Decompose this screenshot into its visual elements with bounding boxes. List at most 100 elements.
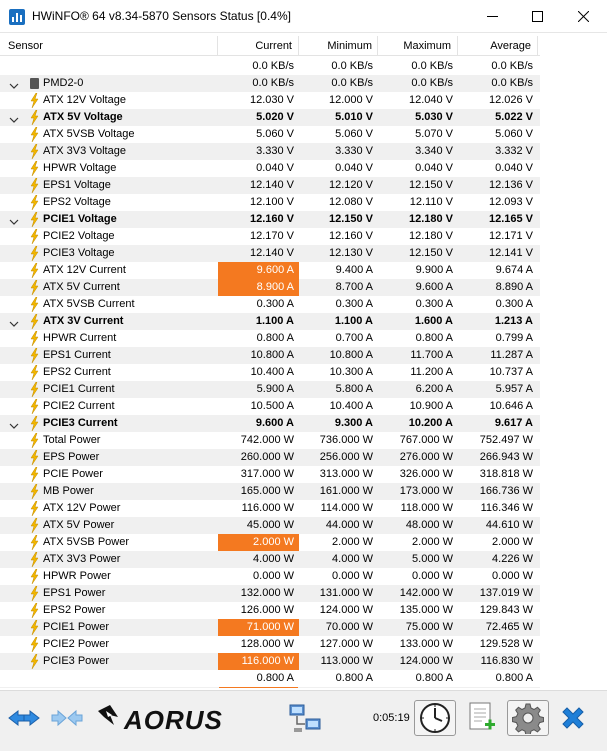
- sensor-row[interactable]: PCIE3 Current 9.600 A 9.300 A 10.200 A 9.617…: [0, 415, 540, 432]
- sensor-row[interactable]: EPS Power 260.000 W 256.000 W 276.000 W 266.…: [0, 449, 540, 466]
- aorus-logo-icon: AORUS: [98, 705, 222, 735]
- sensor-label: PCIE2 Power: [43, 638, 110, 650]
- close-window-button[interactable]: [560, 0, 606, 33]
- sensor-row[interactable]: ATX 3V3 Voltage 3.330 V 3.330 V 3.340 V 3.33…: [0, 143, 540, 160]
- sensor-row[interactable]: PCIE3 Voltage 12.140 V 12.130 V 12.150 V 12.…: [0, 245, 540, 262]
- value-maximum: 12.150 V: [408, 179, 453, 191]
- value-maximum: 118.000 W: [400, 502, 453, 514]
- value-current: 116.000 W: [241, 502, 294, 514]
- sensor-row[interactable]: EPS1 Current 10.800 A 10.800 A 11.700 A 11.2…: [0, 347, 540, 364]
- sensor-label: EPS1 Current: [43, 349, 111, 361]
- sensor-row[interactable]: EPS2 Power 126.000 W 124.000 W 135.000 W 129…: [0, 602, 540, 619]
- sensor-label: ATX 5VSB Power: [43, 536, 129, 548]
- column-sensor[interactable]: Sensor: [0, 36, 218, 56]
- lightning-bolt-icon: [30, 126, 39, 143]
- value-current: 126.000 W: [240, 604, 294, 616]
- network-button[interactable]: [285, 700, 325, 736]
- column-minimum[interactable]: Minimum: [299, 36, 378, 56]
- value-maximum: 9.900 A: [415, 264, 453, 276]
- sensor-row[interactable]: ATX 5VSB Current 0.300 A 0.300 A 0.300 A 0.3…: [0, 296, 540, 313]
- value-maximum: 0.800 A: [415, 332, 453, 344]
- sensor-row[interactable]: PCIE1 Current 5.900 A 5.800 A 6.200 A 5.957 …: [0, 381, 540, 398]
- sensor-row[interactable]: HPWR Voltage 0.040 V 0.040 V 0.040 V 0.040 V: [0, 160, 540, 177]
- lightning-bolt-icon: [30, 228, 39, 245]
- maximize-icon: [531, 11, 543, 22]
- lightning-bolt-icon: [30, 347, 39, 364]
- sensor-row[interactable]: PCIE2 Power 128.000 W 127.000 W 133.000 W 12…: [0, 636, 540, 653]
- sensor-row[interactable]: 0.800 A 0.800 A 0.800 A 0.800 A: [0, 670, 540, 687]
- sensor-row[interactable]: PCIE2 Current 10.500 A 10.400 A 10.900 A 10.…: [0, 398, 540, 415]
- chevron-down-icon[interactable]: [9, 113, 19, 123]
- column-average[interactable]: Average: [458, 36, 538, 56]
- value-current: 260.000 W: [240, 451, 294, 463]
- chevron-down-icon[interactable]: [9, 215, 19, 225]
- lightning-bolt-icon: [30, 245, 39, 262]
- sensor-row[interactable]: ATX 3V Current 1.100 A 1.100 A 1.600 A 1.213…: [0, 313, 540, 330]
- sensor-row[interactable]: ATX 12V Voltage 12.030 V 12.000 V 12.040 V 1…: [0, 92, 540, 109]
- sensor-label: ATX 5VSB Current: [43, 298, 135, 310]
- sensor-row[interactable]: PCIE1 Power 71.000 W 70.000 W 75.000 W 72.46…: [0, 619, 540, 636]
- chevron-down-icon[interactable]: [9, 317, 19, 327]
- sensor-row[interactable]: 0.0 KB/s 0.0 KB/s 0.0 KB/s 0.0 KB/s: [0, 58, 540, 75]
- add-report-button[interactable]: [462, 700, 502, 736]
- value-current: 0.300 A: [256, 298, 294, 310]
- sensor-row[interactable]: ATX 3V3 Power 4.000 W 4.000 W 5.000 W 4.226 …: [0, 551, 540, 568]
- minimize-button[interactable]: [469, 0, 515, 33]
- sensor-row[interactable]: PCIE2 Voltage 12.170 V 12.160 V 12.180 V 12.…: [0, 228, 540, 245]
- value-current: 12.030 V: [249, 94, 294, 106]
- sensor-list[interactable]: 0.0 KB/s 0.0 KB/s 0.0 KB/s 0.0 KB/s PMD2-0 0.…: [0, 58, 540, 688]
- sensor-row[interactable]: ATX 5V Voltage 5.020 V 5.010 V 5.030 V 5.022…: [0, 109, 540, 126]
- lightning-bolt-icon: [30, 551, 39, 568]
- sensor-row[interactable]: PCIE1 Voltage 12.160 V 12.150 V 12.180 V 12.…: [0, 211, 540, 228]
- sensor-row[interactable]: MB Power 165.000 W 161.000 W 173.000 W 166.7…: [0, 483, 540, 500]
- sensor-row[interactable]: EPS1 Voltage 12.140 V 12.120 V 12.150 V 12.1…: [0, 177, 540, 194]
- sensor-row[interactable]: ATX 12V Current 9.600 A 9.400 A 9.900 A 9.67…: [0, 262, 540, 279]
- sensor-row[interactable]: ATX 5V Current 8.900 A 8.700 A 9.600 A 8.890…: [0, 279, 540, 296]
- column-maximum[interactable]: Maximum: [378, 36, 458, 56]
- value-minimum: 0.700 A: [335, 332, 373, 344]
- column-current[interactable]: Current: [218, 36, 299, 56]
- sensor-label: EPS Power: [43, 451, 100, 463]
- sensor-row[interactable]: HPWR Power 0.000 W 0.000 W 0.000 W 0.000 W: [0, 568, 540, 585]
- switch-left-button[interactable]: [5, 700, 43, 736]
- sensor-label: HPWR Voltage: [43, 162, 117, 174]
- value-maximum: 12.180 V: [408, 213, 453, 225]
- value-average: 116.346 W: [480, 502, 533, 514]
- chevron-down-icon[interactable]: [9, 419, 19, 429]
- maximize-button[interactable]: [514, 0, 560, 33]
- value-maximum: 0.040 V: [415, 162, 453, 174]
- sensor-row[interactable]: ATX 5VSB Power 2.000 W 2.000 W 2.000 W 2.000…: [0, 534, 540, 551]
- settings-button[interactable]: [507, 700, 549, 736]
- sensor-label: ATX 12V Current: [43, 264, 126, 276]
- value-minimum: 5.800 A: [335, 383, 373, 395]
- bottom-toolbar: AORUS 0:05:19: [0, 690, 607, 751]
- value-average: 10.737 A: [489, 366, 533, 378]
- value-current: 10.500 A: [250, 400, 294, 412]
- clock-button[interactable]: [414, 700, 456, 736]
- value-minimum: 0.0 KB/s: [331, 77, 373, 89]
- sensor-row[interactable]: PCIE Power 317.000 W 313.000 W 326.000 W 318…: [0, 466, 540, 483]
- elapsed-time: 0:05:19: [373, 712, 410, 724]
- sensor-row[interactable]: [0, 687, 540, 688]
- close-sensors-button[interactable]: [553, 700, 593, 736]
- device-row[interactable]: PMD2-0 0.0 KB/s 0.0 KB/s 0.0 KB/s 0.0 KB/s: [0, 75, 540, 92]
- sensor-row[interactable]: PCIE3 Power 116.000 W 113.000 W 124.000 W 11…: [0, 653, 540, 670]
- value-maximum: 142.000 W: [399, 587, 453, 599]
- sensor-row[interactable]: ATX 5V Power 45.000 W 44.000 W 48.000 W 44.6…: [0, 517, 540, 534]
- chevron-down-icon[interactable]: [9, 79, 19, 89]
- sensor-row[interactable]: ATX 5VSB Voltage 5.060 V 5.060 V 5.070 V 5.0…: [0, 126, 540, 143]
- value-current: 742.000 W: [240, 434, 294, 446]
- value-current: 5.060 V: [256, 128, 294, 140]
- value-minimum: 10.800 A: [329, 349, 373, 361]
- sensor-row[interactable]: Total Power 742.000 W 736.000 W 767.000 W 75…: [0, 432, 540, 449]
- value-minimum: 256.000 W: [319, 451, 373, 463]
- switch-right-button[interactable]: [48, 700, 86, 736]
- title-bar: HWiNFO® 64 v8.34-5870 Sensors Status [0.…: [0, 0, 607, 33]
- sensor-row[interactable]: EPS2 Current 10.400 A 10.300 A 11.200 A 10.7…: [0, 364, 540, 381]
- value-maximum: 326.000 W: [399, 468, 453, 480]
- sensor-row[interactable]: HPWR Current 0.800 A 0.700 A 0.800 A 0.799 A: [0, 330, 540, 347]
- sensor-row[interactable]: EPS2 Voltage 12.100 V 12.080 V 12.110 V 12.0…: [0, 194, 540, 211]
- lightning-bolt-icon: [30, 534, 39, 551]
- sensor-row[interactable]: ATX 12V Power 116.000 W 114.000 W 118.000 W…: [0, 500, 540, 517]
- sensor-row[interactable]: EPS1 Power 132.000 W 131.000 W 142.000 W 137…: [0, 585, 540, 602]
